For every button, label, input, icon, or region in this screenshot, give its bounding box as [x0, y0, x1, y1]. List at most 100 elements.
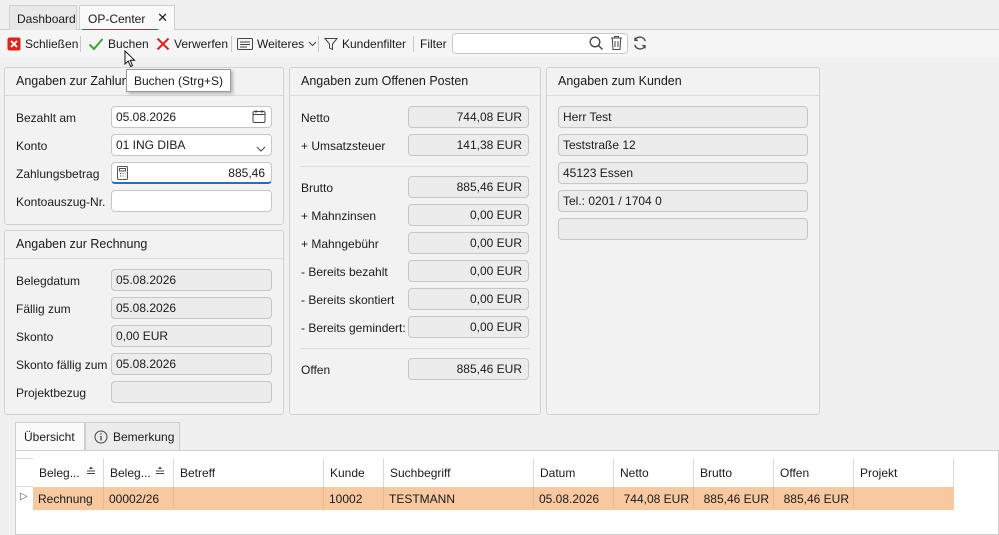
panel-divider	[5, 258, 283, 259]
interest-field: 0,00 EUR	[408, 204, 529, 226]
col-header-date[interactable]: Datum	[534, 458, 614, 487]
toolbar-divider	[318, 36, 319, 52]
mouse-cursor-icon	[124, 49, 136, 71]
cell-search-term: TESTMANN	[384, 487, 534, 510]
vat-value: 141,38 EUR	[456, 138, 522, 152]
paid-on-date-value: 05.08.2026	[116, 110, 177, 124]
fee-value: 0,00 EUR	[469, 236, 522, 250]
col-header-label: Suchbegriff	[390, 466, 451, 480]
doc-date-value: 05.08.2026	[116, 273, 177, 287]
col-header-customer[interactable]: Kunde	[324, 458, 384, 487]
separator	[300, 348, 530, 349]
paid-on-date-input[interactable]: 05.08.2026	[111, 106, 272, 128]
discount-due-value: 05.08.2026	[116, 357, 177, 371]
toolbar: Schließen Buchen Verwerfen Weiteres Kund…	[0, 30, 999, 58]
gross-field: 885,46 EUR	[408, 176, 529, 198]
sort-icon[interactable]	[155, 465, 165, 477]
refresh-icon[interactable]	[632, 35, 648, 54]
cell-net: 744,08 EUR	[614, 487, 694, 510]
close-icon[interactable]: ✕	[157, 10, 168, 26]
open-field: 885,46 EUR	[408, 358, 529, 380]
tab-overview-label: Übersicht	[24, 430, 75, 444]
col-header-subject[interactable]: Betreff	[174, 458, 324, 487]
due-label: Fällig zum	[16, 302, 71, 316]
account-label: Konto	[16, 139, 48, 153]
net-label: Netto	[301, 111, 330, 125]
customer-name-field: Herr Test	[558, 106, 808, 128]
sort-icon[interactable]	[86, 465, 96, 477]
due-field: 05.08.2026	[111, 297, 272, 319]
net-value: 744,08 EUR	[456, 110, 522, 124]
discounted-field: 0,00 EUR	[408, 288, 529, 310]
book-button-label: Buchen	[108, 37, 149, 51]
funnel-icon	[324, 37, 338, 51]
customer-phone-field: Tel.: 0201 / 1704 0	[558, 190, 808, 212]
separator	[300, 166, 530, 167]
reduced-field: 0,00 EUR	[408, 316, 529, 338]
search-icon[interactable]	[589, 36, 604, 54]
col-header-project[interactable]: Projekt	[854, 458, 954, 487]
open-item-panel-title: Angaben zum Offenen Posten	[301, 74, 469, 88]
col-header-search-term[interactable]: Suchbegriff	[384, 458, 534, 487]
account-select[interactable]: 01 ING DIBA	[111, 134, 272, 156]
customer-street: Teststraße 12	[563, 138, 636, 152]
doc-date-field: 05.08.2026	[111, 269, 272, 291]
customer-name: Herr Test	[563, 110, 612, 124]
interest-label: + Mahnzinsen	[301, 209, 377, 223]
tab-dashboard[interactable]: Dashboard	[9, 5, 77, 30]
chevron-down-icon[interactable]	[256, 142, 266, 156]
customer-city: 45123 Essen	[563, 166, 634, 180]
vat-field: 141,38 EUR	[408, 134, 529, 156]
col-header-label: Netto	[620, 466, 649, 480]
cell-customer: 10002	[324, 487, 384, 510]
gross-value: 885,46 EUR	[456, 180, 522, 194]
gross-label: Brutto	[301, 181, 334, 195]
tooltip-book: Buchen (Strg+S)	[126, 69, 232, 92]
tab-bar: Dashboard OP-Center ✕	[0, 0, 999, 31]
close-button[interactable]: Schließen	[7, 33, 78, 55]
discount-label: Skonto	[16, 330, 54, 344]
filter-label: Filter	[420, 37, 447, 51]
discard-button[interactable]: Verwerfen	[156, 33, 228, 55]
amount-label: Zahlungsbetrag	[16, 167, 100, 181]
statement-label: Kontoauszug-Nr.	[16, 195, 106, 209]
cell-project	[854, 487, 954, 510]
trash-icon[interactable]	[610, 35, 623, 54]
col-header-net[interactable]: Netto	[614, 458, 694, 487]
amount-input[interactable]: 885,46	[111, 162, 272, 184]
checkmark-icon	[88, 37, 104, 51]
customer-street-field: Teststraße 12	[558, 134, 808, 156]
paid-value: 0,00 EUR	[469, 264, 522, 278]
discount-due-label: Skonto fällig zum	[16, 358, 108, 372]
net-field: 744,08 EUR	[408, 106, 529, 128]
col-header-open[interactable]: Offen	[774, 458, 854, 487]
customer-city-field: 45123 Essen	[558, 162, 808, 184]
customer-filter-button[interactable]: Kundenfilter	[324, 33, 406, 55]
doc-date-label: Belegdatum	[16, 274, 81, 288]
tab-remark[interactable]: Bemerkung	[85, 422, 180, 450]
book-button[interactable]: Buchen	[88, 33, 149, 55]
reduced-label: - Bereits gemindert:	[301, 321, 406, 335]
open-value: 885,46 EUR	[456, 362, 522, 376]
list-icon	[237, 37, 253, 51]
calculator-icon[interactable]	[117, 166, 128, 183]
account-select-value: 01 ING DIBA	[116, 138, 186, 152]
tab-op-center-label: OP-Center	[88, 12, 146, 26]
tab-overview[interactable]: Übersicht	[15, 422, 85, 451]
more-button[interactable]: Weiteres	[237, 33, 317, 55]
discount-value: 0,00 EUR	[116, 329, 169, 343]
discount-due-field: 05.08.2026	[111, 353, 272, 375]
statement-input[interactable]	[111, 190, 272, 212]
interest-value: 0,00 EUR	[469, 208, 522, 222]
calendar-icon[interactable]	[252, 109, 266, 127]
panel-divider	[547, 95, 819, 96]
tab-op-center[interactable]: OP-Center ✕	[79, 5, 175, 31]
discounted-value: 0,00 EUR	[469, 292, 522, 306]
panel-divider	[290, 95, 540, 96]
col-header-label: Beleg...	[110, 466, 151, 480]
panel-divider	[5, 95, 283, 96]
cell-subject	[174, 487, 324, 510]
col-header-label: Projekt	[860, 466, 898, 480]
discounted-label: - Bereits skontiert	[301, 293, 395, 307]
col-header-gross[interactable]: Brutto	[694, 458, 774, 487]
